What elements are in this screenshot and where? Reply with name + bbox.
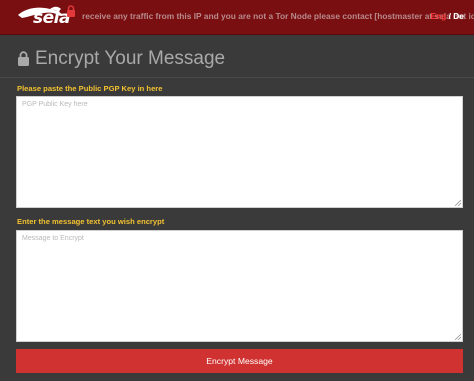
tor-notice: receive any traffic from this IP and you… [82, 11, 474, 21]
message-label: Enter the message text you wish encrypt [17, 217, 165, 226]
lang-eng-link[interactable]: Eng [430, 11, 446, 21]
title-divider [0, 77, 474, 78]
lock-icon [18, 51, 29, 66]
lock-icon [67, 5, 75, 17]
lang-de-link[interactable]: De [453, 11, 464, 21]
logo-text: sela [33, 8, 70, 28]
resize-grip-icon[interactable] [455, 334, 461, 340]
public-key-input[interactable] [16, 96, 463, 208]
encrypt-message-button[interactable]: Encrypt Message [16, 349, 463, 373]
language-switcher: Eng / De [430, 11, 464, 21]
page-title: Encrypt Your Message [35, 48, 226, 69]
sela-logo[interactable]: sela [16, 3, 78, 31]
public-key-label: Please paste the Public PGP Key in here [17, 84, 163, 93]
lang-separator: / [448, 11, 451, 21]
message-input[interactable] [16, 230, 463, 342]
resize-grip-icon[interactable] [455, 200, 461, 206]
top-header: sela receive any traffic from this IP an… [0, 0, 474, 35]
